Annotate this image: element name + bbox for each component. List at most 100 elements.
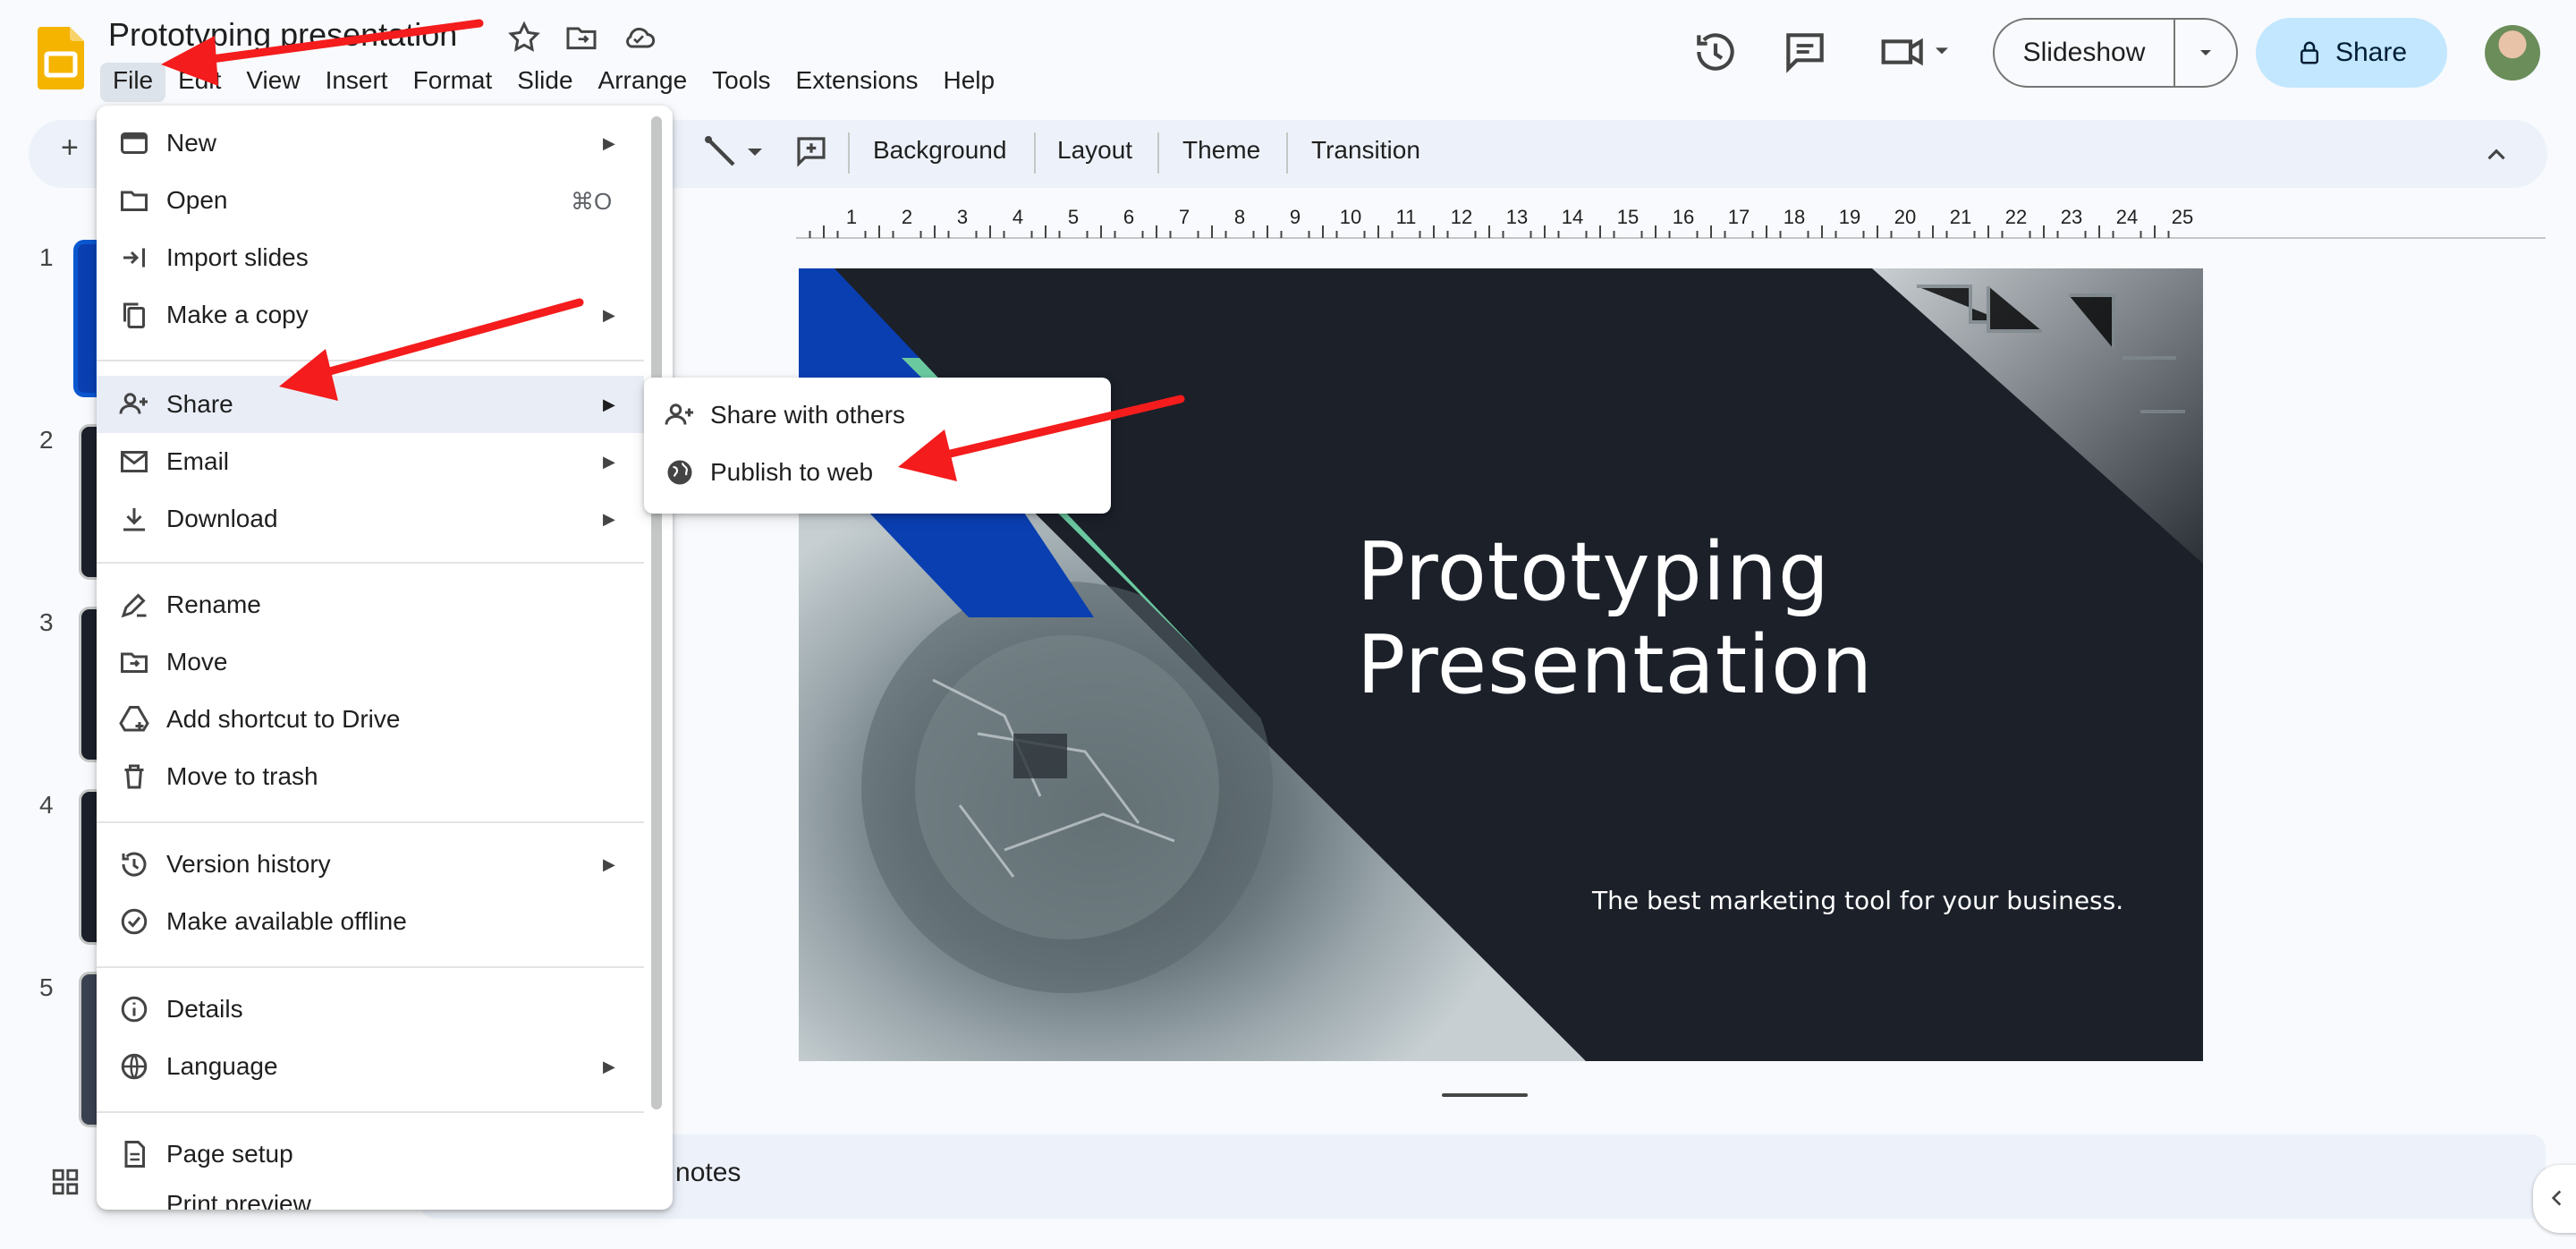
menu-extensions[interactable]: Extensions [784,63,931,102]
menu-item-import-slides[interactable]: Import slides [97,229,644,286]
menu-item-share[interactable]: Share ▶ [97,376,644,433]
ruler-label: 19 [1839,206,1860,228]
menu-bar: File Edit View Insert Format Slide Arran… [100,63,1007,102]
toolbar-separator [1157,132,1159,174]
slideshow-dropdown[interactable] [2175,42,2236,64]
rename-icon [121,593,147,618]
avatar[interactable] [2485,25,2540,81]
menu-item-label: Move [166,648,228,675]
move-folder-icon[interactable] [564,20,599,55]
menu-item-rename[interactable]: Rename [97,576,644,633]
share-button[interactable]: Share [2256,18,2447,88]
ruler-label: 16 [1673,206,1694,228]
share-submenu: Share with others Publish to web [644,378,1111,514]
history-icon [122,852,147,877]
menu-item-label: Make a copy [166,301,309,328]
menu-item-make-offline[interactable]: Make available offline [97,893,644,950]
grid-icon[interactable] [50,1167,80,1197]
menu-separator [97,821,644,823]
comment-icon[interactable] [1780,27,1830,77]
menu-item-details[interactable]: Details [97,981,644,1038]
canvas-resize-handle[interactable] [1442,1093,1528,1097]
menu-edit[interactable]: Edit [165,63,233,102]
star-icon[interactable] [506,20,542,55]
slide-title[interactable]: Prototyping Presentation [1357,526,1873,712]
menu-item-language[interactable]: Language ▶ [97,1038,644,1095]
submenu-arrow-icon: ▶ [603,855,615,873]
person-add-icon [665,404,693,425]
share-label: Share [2334,38,2408,67]
toolbar-separator [1034,132,1036,174]
lock-icon [2300,41,2318,64]
menu-separator [97,562,644,564]
new-slides-icon [121,132,148,154]
submenu-arrow-icon: ▶ [603,510,615,528]
globe-icon [121,1053,148,1080]
menu-item-label: Add shortcut to Drive [166,705,401,733]
ruler-label: 9 [1290,206,1301,228]
menu-file[interactable]: File [100,63,166,102]
slideshow-button[interactable]: Slideshow [1993,18,2238,88]
meet-icon[interactable] [1877,27,1957,77]
menu-item-version-history[interactable]: Version history ▶ [97,836,644,893]
slides-logo[interactable] [38,27,84,89]
menu-arrange[interactable]: Arrange [586,63,700,102]
horizontal-ruler[interactable]: 1 2 3 4 5 6 7 8 9 10 11 12 13 14 15 16 17 18 19 20 21 22 23 24 2… [796,204,2546,240]
menu-item-label: Rename [166,591,261,618]
submenu-arrow-icon: ▶ [603,395,615,413]
menu-separator [97,966,644,968]
submenu-item-publish-to-web[interactable]: Publish to web [644,444,1111,501]
menu-separator [97,1111,644,1113]
ruler-label: 22 [2005,206,2027,228]
chevron-up-icon[interactable] [2481,140,2512,170]
cloud-icon[interactable] [621,20,657,55]
copy-icon [123,302,145,328]
menu-item-add-shortcut[interactable]: Add shortcut to Drive [97,691,644,748]
file-menu: New ▶ Open ⌘O Import slides Make a copy … [97,106,673,1210]
menu-item-page-setup[interactable]: Page setup [97,1126,644,1183]
submenu-item-share-with-others[interactable]: Share with others [644,387,1111,444]
document-title[interactable]: Prototyping presentation [108,16,457,54]
toolbar-separator [848,132,850,174]
slide-subtitle[interactable]: The best marketing tool for your busines… [1592,886,2123,915]
menu-item-download[interactable]: Download ▶ [97,490,644,548]
menu-scrollbar[interactable] [651,116,662,1109]
menu-item-print-preview[interactable]: Print preview [97,1176,644,1210]
new-slide-icon[interactable]: + [61,131,79,166]
menu-slide[interactable]: Slide [504,63,585,102]
menu-help[interactable]: Help [931,63,1008,102]
menu-tools[interactable]: Tools [699,63,783,102]
menu-insert[interactable]: Insert [313,63,401,102]
line-tool-icon[interactable] [703,134,766,170]
folder-icon [121,191,148,211]
layout-button[interactable]: Layout [1057,136,1132,165]
menu-format[interactable]: Format [401,63,505,102]
ruler-label: 17 [1728,206,1750,228]
slide-number: 4 [39,791,54,819]
theme-button[interactable]: Theme [1182,136,1260,165]
side-panel-toggle[interactable] [2533,1165,2576,1233]
menu-item-move[interactable]: Move [97,633,644,691]
chevron-down-icon [2200,50,2211,55]
person-add-icon [119,393,148,414]
menu-item-label: New [166,129,217,157]
history-icon[interactable] [1690,27,1741,77]
menu-item-label: Print preview [166,1190,311,1210]
menu-item-label: Download [166,505,278,532]
menu-item-make-copy[interactable]: Make a copy ▶ [97,286,644,344]
menu-item-new[interactable]: New ▶ [97,115,644,172]
background-button[interactable]: Background [873,136,1006,165]
menu-item-email[interactable]: Email ▶ [97,433,644,490]
add-comment-icon[interactable] [792,132,830,170]
menu-item-label: Share [166,390,233,418]
menu-item-move-to-trash[interactable]: Move to trash [97,748,644,805]
menu-item-label: Version history [166,850,331,878]
menu-item-open[interactable]: Open ⌘O [97,172,644,229]
submenu-item-label: Share with others [710,401,905,429]
slide-number: 2 [39,426,54,454]
transition-button[interactable]: Transition [1311,136,1420,165]
menu-item-label: Details [166,995,243,1023]
page-icon [124,1141,145,1168]
import-icon [123,248,145,268]
menu-view[interactable]: View [233,63,312,102]
